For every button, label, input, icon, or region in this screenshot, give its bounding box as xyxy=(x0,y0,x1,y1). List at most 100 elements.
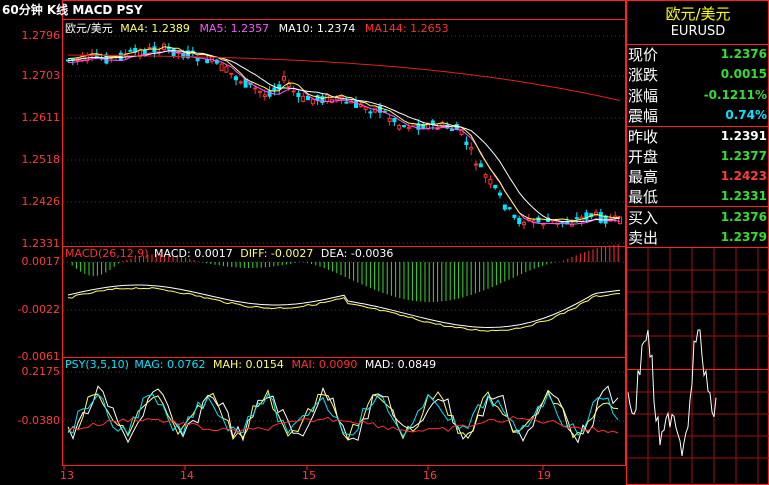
quote-label: 开盘 xyxy=(628,148,659,166)
candle-body xyxy=(282,76,286,81)
macd-axis-label: -0.0061 xyxy=(17,350,60,363)
main-legend: 欧元/美元 MA4: 1.2389 MA5: 1.2357 MA10: 1.23… xyxy=(65,20,449,36)
candle-body xyxy=(402,125,406,128)
ma144-label: MA144: 1.2653 xyxy=(364,22,449,35)
candle-body xyxy=(258,90,262,93)
candle-body xyxy=(219,63,224,72)
candle-body xyxy=(296,92,301,98)
moving-average-lines xyxy=(67,46,621,225)
candle-body xyxy=(229,72,234,75)
quote-value: 0.74% xyxy=(725,108,767,122)
candle-body xyxy=(598,212,603,223)
x-axis-label: 14 xyxy=(180,469,194,482)
quote-label: 昨收 xyxy=(628,128,659,146)
quote-value: 1.2377 xyxy=(720,149,767,163)
candle-body xyxy=(291,90,296,93)
mai-value: MAI: 0.0090 xyxy=(291,358,358,371)
macd-value: MACD: 0.0017 xyxy=(154,247,233,260)
macd-legend: MACD(26,12,9) MACD: 0.0017 DIFF: -0.0027… xyxy=(65,247,393,260)
candle-body xyxy=(238,81,243,84)
psy-indicator xyxy=(67,385,619,444)
quote-value: 1.2376 xyxy=(720,47,767,61)
candle-body xyxy=(286,83,291,88)
candle-body xyxy=(512,214,517,218)
candle-body xyxy=(262,94,267,98)
info-symbol-title: 欧元/美元 xyxy=(665,5,731,23)
candle-body xyxy=(128,49,133,52)
candle-body xyxy=(224,66,229,73)
mah-value: MAH: 0.0154 xyxy=(212,358,284,371)
quote-value: 1.2423 xyxy=(720,169,767,183)
psy-axis-label: -0.0380 xyxy=(17,414,60,427)
x-axis-label: 13 xyxy=(60,469,74,482)
macd-name: MACD(26,12,9) xyxy=(65,247,149,260)
candle-body xyxy=(478,163,483,168)
candle-body xyxy=(387,117,392,122)
quote-label: 现价 xyxy=(628,46,659,64)
candle-body xyxy=(234,76,238,81)
dea-value: DEA: -0.0036 xyxy=(320,247,394,260)
candle-body xyxy=(406,126,411,129)
main-axis-label: 1.2331 xyxy=(21,237,61,250)
quote-value: -0.1211% xyxy=(703,88,767,102)
candle-body xyxy=(474,163,478,166)
candle-body xyxy=(450,129,454,132)
candle-body xyxy=(464,141,469,146)
candle-body xyxy=(502,204,507,210)
info-symbol-code: EURUSD xyxy=(670,24,726,39)
ma5-label: MA5: 1.2357 xyxy=(199,22,270,35)
main-axis-label: 1.2703 xyxy=(21,69,61,82)
macd-axis-label: 0.0017 xyxy=(21,255,61,268)
main-axis-label: 1.2518 xyxy=(21,153,61,166)
quote-label: 最低 xyxy=(628,188,659,206)
candle-body xyxy=(522,221,526,226)
quote-value: 1.2331 xyxy=(720,189,767,203)
mag-value: MAG: 0.0762 xyxy=(134,358,206,371)
main-axis-label: 1.2426 xyxy=(21,195,61,208)
ma4-line xyxy=(67,46,621,222)
psy-name: PSY(3,5,10) xyxy=(65,358,129,371)
macd-diff-line xyxy=(67,287,621,332)
candle-body xyxy=(253,87,258,90)
candle-body xyxy=(498,192,502,196)
psy-legend: PSY(3,5,10) MAG: 0.0762 MAH: 0.0154 MAI:… xyxy=(65,358,436,371)
candle-body xyxy=(574,217,579,220)
candle-body xyxy=(310,98,315,105)
candle-body xyxy=(483,174,488,178)
quote-label: 涨跌 xyxy=(628,66,659,84)
quote-label: 最高 xyxy=(628,168,659,186)
quote-label: 卖出 xyxy=(628,229,659,247)
ma10-label: MA10: 1.2374 xyxy=(278,22,356,35)
candle-body xyxy=(430,120,435,125)
symbol-label: 欧元/美元 xyxy=(65,22,113,35)
candle-body xyxy=(507,207,512,210)
candle-body xyxy=(325,94,330,102)
candle-body xyxy=(613,215,618,218)
candle-body xyxy=(301,95,306,102)
tick-price-line xyxy=(627,329,717,456)
candle-body xyxy=(469,146,474,150)
candle-body xyxy=(488,179,493,185)
candle-body xyxy=(517,217,522,225)
quote-value: 1.2391 xyxy=(720,129,767,143)
candlestick-series xyxy=(66,41,622,230)
tick-chart-grid xyxy=(627,248,769,485)
candle-body xyxy=(205,59,210,64)
candle-body xyxy=(344,101,349,104)
candle-body xyxy=(195,58,200,62)
candle-body xyxy=(368,111,373,114)
quote-value: 0.0015 xyxy=(720,67,767,81)
x-axis-label: 16 xyxy=(423,469,437,482)
candle-body xyxy=(272,87,277,91)
quote-value: 1.2376 xyxy=(720,210,767,224)
ma5-line xyxy=(67,50,621,225)
x-axis-label: 15 xyxy=(302,469,316,482)
candle-body xyxy=(267,90,272,97)
x-axis-label: 19 xyxy=(537,469,551,482)
psy-axis-label: 0.2175 xyxy=(21,365,61,378)
macd-dea-line xyxy=(67,284,621,329)
chart-title: 60分钟 K线 MACD PSY xyxy=(2,3,143,17)
macd-axis-label: -0.0022 xyxy=(17,303,60,316)
quote-label: 震幅 xyxy=(628,107,659,125)
main-axis-label: 1.2611 xyxy=(21,111,61,124)
